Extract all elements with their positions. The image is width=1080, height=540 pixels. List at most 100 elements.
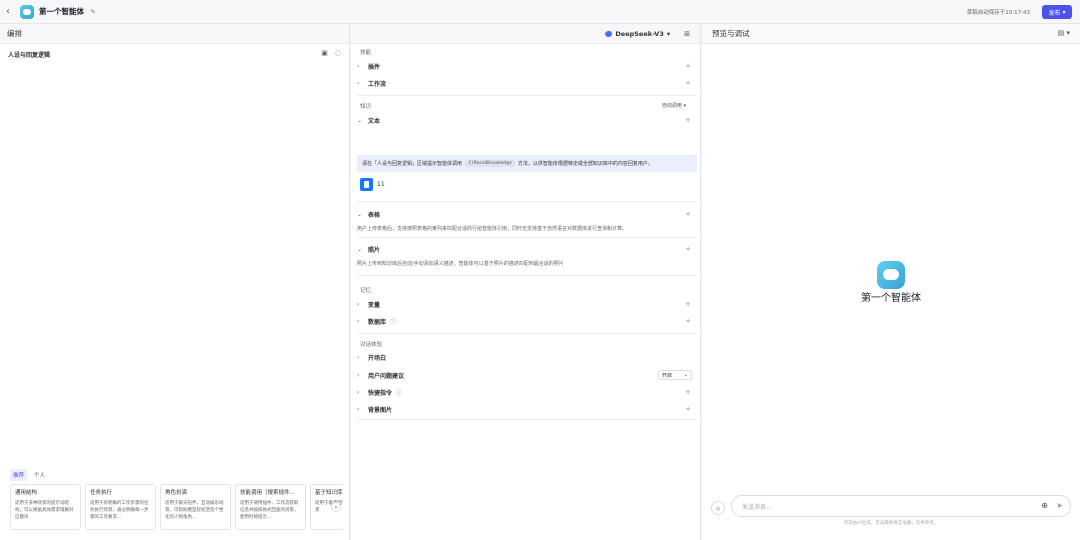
add-icon[interactable]: + xyxy=(685,79,691,87)
optimize-icon[interactable]: ◌ xyxy=(335,49,341,57)
hint-text: 请在「人设与回复逻辑」区域提示智能体调用 xyxy=(362,161,463,167)
row-label: 开场白 xyxy=(368,354,387,362)
row-label: 文本 xyxy=(368,117,381,125)
row-label: 照片 xyxy=(368,246,381,254)
database-row[interactable]: › 数据库 ⓘ + xyxy=(357,313,697,329)
tab-personal[interactable]: 个人 xyxy=(31,469,48,481)
background-row[interactable]: › 背景图片 + xyxy=(357,401,697,417)
panel-title: 编排 xyxy=(0,24,349,44)
model-name: DeepSeek-V3 xyxy=(615,29,664,38)
template-title: 角色扮演 xyxy=(165,490,188,496)
table-kb-row[interactable]: ⌄ 表格 + xyxy=(357,206,697,222)
chevron-right-icon: › xyxy=(357,371,360,379)
info-icon[interactable]: ⓘ xyxy=(390,317,396,326)
workflow-row[interactable]: › 工作流 + xyxy=(357,75,697,91)
photo-kb-row[interactable]: ⌄ 照片 + xyxy=(357,241,697,257)
add-attachment-icon[interactable]: ⊕ xyxy=(1041,501,1048,510)
autosave-status: 草稿自动保存于10:17:43 xyxy=(966,9,1030,16)
template-card[interactable]: 角色扮演 适用于聊天陪伴、互动娱乐场景，可帮助模型轻松塑造个性化的人物角色... xyxy=(160,484,231,530)
top-bar: ‹ 第一个智能体 ✎ 草稿自动保存于10:17:43 发布 ▾ xyxy=(0,0,1080,24)
plugin-row[interactable]: › 插件 + xyxy=(357,58,697,74)
template-title: 任务执行 xyxy=(90,490,113,496)
chevron-down-icon: ⌄ xyxy=(357,116,363,124)
agent-name: 第一个智能体 xyxy=(39,7,84,16)
template-desc: 适用于有明确的工作步骤的任务执行场景，通过明确每一步骤的工作要求... xyxy=(90,501,149,520)
edit-icon[interactable]: ✎ xyxy=(90,8,96,16)
disclaimer: 内容由AI生成，无法确保真实准确，仅供参考。 xyxy=(843,521,939,526)
template-desc: 适用于调用插件、工作流获取信息并按照格式回复的场景，使用时将提示... xyxy=(240,501,299,520)
chevron-right-icon: › xyxy=(357,388,360,396)
row-label: 快捷指令 xyxy=(368,389,393,397)
preview-panel: 预览与调试 ▤ ▾ 第一个智能体 ⌂ 发送消息... ⊕ ➤ 内容由AI生成，无… xyxy=(702,24,1080,540)
suggestion-value: 开启 xyxy=(662,372,673,379)
add-icon[interactable]: + xyxy=(685,317,691,325)
auto-call-label: 自动调用 xyxy=(661,103,682,109)
orchestration-panel: 编排 人设与回复逻辑 ▣ ◌ 推荐 个人 通用结构 适用于多种场景的提示词结构，… xyxy=(0,24,350,540)
divider xyxy=(357,275,697,276)
chevron-right-icon: › xyxy=(357,353,360,361)
add-icon[interactable]: + xyxy=(685,210,691,218)
settings-grid-icon[interactable]: ⊞ xyxy=(684,30,690,38)
section-memory: 记忆 xyxy=(360,288,372,294)
template-desc: 适用于聊天陪伴、互动娱乐场景，可帮助模型轻松塑造个性化的人物角色... xyxy=(165,501,224,520)
chevron-right-icon: › xyxy=(357,405,360,413)
deepseek-logo-icon xyxy=(605,30,613,37)
config-panel: DeepSeek-V3 ▾ ⊞ 技能 › 插件 + › 工作流 + 知识 自动调… xyxy=(351,24,701,540)
prompt-title: 人设与回复逻辑 xyxy=(8,52,51,59)
suggestion-select[interactable]: 开启 ⌄ xyxy=(658,370,692,380)
table-desc: 用户上传表格后，支持按照表格的某列来匹配合适的行给智能体引用，同时也支持基于自然… xyxy=(357,226,628,232)
chevron-down-icon: ⌄ xyxy=(683,372,688,378)
text-kb-row[interactable]: ⌄ 文本 + xyxy=(357,112,697,128)
divider xyxy=(357,237,697,238)
agent-avatar xyxy=(20,4,34,19)
opening-row[interactable]: › 开场白 xyxy=(357,349,697,365)
row-label: 工作流 xyxy=(368,80,387,88)
input-placeholder: 发送消息... xyxy=(742,503,772,511)
back-arrow-icon[interactable]: ‹ xyxy=(6,6,18,17)
kb-hint: 请在「人设与回复逻辑」区域提示智能体调用 {}RecallKnowledge 方… xyxy=(357,155,697,172)
info-icon[interactable]: ⓘ xyxy=(396,388,402,397)
template-title: 通用结构 xyxy=(15,490,38,496)
panel-title: 预览与调试 xyxy=(702,24,1080,44)
chevron-right-icon[interactable]: › xyxy=(331,502,341,512)
section-dialog: 对话体验 xyxy=(360,342,383,348)
publish-button[interactable]: 发布 ▾ xyxy=(1042,5,1072,19)
message-input[interactable]: 发送消息... ⊕ ➤ xyxy=(731,495,1071,517)
clear-history-icon[interactable]: ⌂ xyxy=(711,501,725,515)
template-desc: 适用于多种场景的提示词结构，可以根据具体需求增删对应模块 xyxy=(15,501,74,520)
add-icon[interactable]: + xyxy=(685,405,691,413)
shortcut-row[interactable]: › 快捷指令 ⓘ + xyxy=(357,384,697,400)
tab-recommended[interactable]: 推荐 xyxy=(10,469,28,481)
preview-options-icon[interactable]: ▤ ▾ xyxy=(1058,29,1070,37)
add-icon[interactable]: + xyxy=(685,116,691,124)
row-label: 插件 xyxy=(368,63,381,71)
template-card[interactable]: 技能调用（搜索插件... 适用于调用插件、工作流获取信息并按照格式回复的场景，使… xyxy=(235,484,306,530)
template-title: 技能调用（搜索插件... xyxy=(240,490,295,496)
model-selector[interactable]: DeepSeek-V3 ▾ xyxy=(605,30,670,38)
row-label: 用户问题建议 xyxy=(368,372,405,380)
send-icon[interactable]: ➤ xyxy=(1056,501,1063,510)
variable-row[interactable]: › 变量 + xyxy=(357,296,697,312)
photo-desc: 照片上传到知识库后自动/手动添加语义描述，智能体可以基于照片的描述匹配到最合适的… xyxy=(357,261,564,267)
chevron-right-icon: › xyxy=(357,62,360,70)
template-card[interactable]: 通用结构 适用于多种场景的提示词结构，可以根据具体需求增删对应模块 xyxy=(10,484,81,530)
template-title: 基于知识库... xyxy=(315,490,343,496)
chevron-right-icon: › xyxy=(357,79,360,87)
chevron-down-icon: ⌄ xyxy=(357,245,363,253)
suggestion-row[interactable]: › 用户问题建议 xyxy=(357,367,697,383)
add-icon[interactable]: + xyxy=(685,388,691,396)
add-icon[interactable]: + xyxy=(685,300,691,308)
row-label: 数据库 xyxy=(368,318,387,326)
add-icon[interactable]: + xyxy=(685,245,691,253)
publish-label: 发布 xyxy=(1048,9,1061,17)
add-icon[interactable]: + xyxy=(685,62,691,70)
chevron-down-icon: ⌄ xyxy=(357,210,363,218)
template-card[interactable]: 任务执行 适用于有明确的工作步骤的任务执行场景，通过明确每一步骤的工作要求... xyxy=(85,484,156,530)
code-tag: {}RecallKnowledge xyxy=(465,160,515,167)
auto-call-selector[interactable]: 自动调用 ▾ xyxy=(662,102,686,109)
section-knowledge: 知识 xyxy=(360,104,372,110)
row-label: 变量 xyxy=(368,301,381,309)
prompt-library-icon[interactable]: ▣ xyxy=(321,49,328,57)
chevron-right-icon: › xyxy=(357,317,360,325)
divider xyxy=(357,95,697,96)
